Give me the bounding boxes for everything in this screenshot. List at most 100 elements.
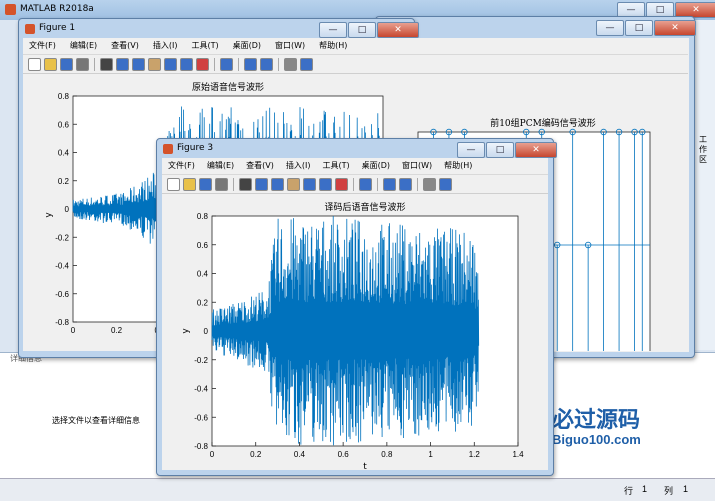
- fig3-minimize-button[interactable]: —: [457, 142, 485, 158]
- figure1-logo-icon: [25, 24, 35, 34]
- fig3-open-folder-icon[interactable]: [183, 177, 196, 191]
- fig3-ylabel: y: [181, 328, 191, 334]
- fig3-xlabel: t: [363, 462, 367, 470]
- fig3-zoom-out-icon[interactable]: [271, 177, 284, 191]
- fig1-axes-title: 原始语音信号波形: [192, 81, 264, 93]
- fig1-zoom-out-icon[interactable]: [132, 57, 145, 71]
- fig1-xtick-label: 0.2: [111, 326, 123, 335]
- fig3-menu-item[interactable]: 文件(F): [168, 158, 195, 174]
- fig1-ytick-label: -0.2: [55, 233, 69, 242]
- fig1-ytick-label: 0: [65, 205, 70, 214]
- fig3-menu-item[interactable]: 桌面(D): [362, 158, 390, 174]
- fig3-menu-item[interactable]: 工具(T): [322, 158, 349, 174]
- fig2-close-button[interactable]: ✕: [654, 20, 696, 36]
- fig1-brush-icon[interactable]: [196, 57, 209, 71]
- status-row-value: 1: [642, 484, 648, 494]
- toolbar-separator: [214, 57, 215, 71]
- fig3-brush-icon[interactable]: [335, 177, 348, 191]
- fig1-print-icon[interactable]: [76, 57, 89, 71]
- fig1-data-cursor-icon[interactable]: [180, 57, 193, 71]
- toolbar-separator: [377, 177, 378, 191]
- fig1-menu-item[interactable]: 插入(I): [153, 38, 178, 54]
- fig3-menu-item[interactable]: 插入(I): [286, 158, 311, 174]
- fig3-maximize-button[interactable]: □: [486, 142, 514, 158]
- fig3-ytick-label: -0.8: [194, 442, 208, 451]
- fig3-data-cursor-icon[interactable]: [319, 177, 332, 191]
- fig1-colorbar-icon[interactable]: [244, 57, 257, 71]
- fig1-pan-hand-icon[interactable]: [148, 57, 161, 71]
- fig3-pointer-icon[interactable]: [239, 177, 252, 191]
- fig1-ytick-label: -0.8: [55, 318, 69, 327]
- fig3-xtick-label: 0.2: [250, 450, 262, 459]
- figure3-logo-icon: [163, 144, 173, 154]
- fig3-xtick-label: 1.2: [469, 450, 481, 459]
- fig2-minimize-button[interactable]: —: [596, 20, 624, 36]
- fig1-legend-icon[interactable]: [260, 57, 273, 71]
- fig1-pointer-icon[interactable]: [100, 57, 113, 71]
- fig1-menu-item[interactable]: 窗口(W): [275, 38, 305, 54]
- fig3-ytick-label: 0.4: [197, 270, 209, 279]
- fig1-zoom-in-icon[interactable]: [116, 57, 129, 71]
- fig3-ytick-label: 0.8: [197, 212, 209, 221]
- fig1-ytick-label: 0.4: [58, 149, 70, 158]
- fig1-ytick-label: -0.4: [55, 262, 69, 271]
- fig1-hide-plot-tools-icon[interactable]: [284, 57, 297, 71]
- toolbar-separator: [353, 177, 354, 191]
- fig3-ytick-label: 0.6: [197, 241, 209, 250]
- fig3-zoom-in-icon[interactable]: [255, 177, 268, 191]
- fig1-open-folder-icon[interactable]: [44, 57, 57, 71]
- fig3-close-button[interactable]: ✕: [515, 142, 557, 158]
- fig1-show-plot-tools-icon[interactable]: [300, 57, 313, 71]
- fig3-ytick-label: -0.2: [194, 356, 208, 365]
- fig1-new-file-icon[interactable]: [28, 57, 41, 71]
- fig3-legend-icon[interactable]: [399, 177, 412, 191]
- toolbar-separator: [238, 57, 239, 71]
- fig3-pan-hand-icon[interactable]: [287, 177, 300, 191]
- main-window-title: MATLAB R2018a: [20, 4, 94, 14]
- workspace-tab-label[interactable]: 工作区: [699, 135, 710, 165]
- fig1-ytick-label: 0.2: [58, 177, 70, 186]
- toolbar-separator: [417, 177, 418, 191]
- fig1-menu-item[interactable]: 帮助(H): [319, 38, 347, 54]
- toolbar-separator: [94, 57, 95, 71]
- status-bar: 行 1 列 1: [0, 478, 715, 501]
- status-col-label: 列: [664, 486, 674, 496]
- fig1-ylabel: y: [44, 212, 54, 218]
- fig3-print-icon[interactable]: [215, 177, 228, 191]
- fig1-rotate-icon[interactable]: [164, 57, 177, 71]
- fig1-menu-item[interactable]: 文件(F): [29, 38, 56, 54]
- fig3-menu-item[interactable]: 帮助(H): [444, 158, 472, 174]
- fig3-save-icon[interactable]: [199, 177, 212, 191]
- fig3-menu-item[interactable]: 编辑(E): [207, 158, 234, 174]
- fig1-link-icon[interactable]: [220, 57, 233, 71]
- fig1-close-button[interactable]: ✕: [377, 22, 419, 38]
- fig1-menu-item[interactable]: 编辑(E): [70, 38, 97, 54]
- fig1-menu-item[interactable]: 桌面(D): [233, 38, 261, 54]
- figure1-toolbar: [23, 54, 688, 74]
- fig3-ytick-label: -0.6: [194, 413, 208, 422]
- fig1-xtick-label: 0: [71, 326, 76, 335]
- fig3-menu-item[interactable]: 查看(V): [246, 158, 274, 174]
- fig3-colorbar-icon[interactable]: [383, 177, 396, 191]
- fig1-menu-item[interactable]: 查看(V): [111, 38, 139, 54]
- figure3-menubar: 文件(F) 编辑(E) 查看(V) 插入(I) 工具(T) 桌面(D) 窗口(W) 帮助(H): [162, 158, 548, 174]
- fig1-save-icon[interactable]: [60, 57, 73, 71]
- fig1-ytick-label: 0.8: [58, 92, 70, 101]
- fig3-hide-plot-tools-icon[interactable]: [423, 177, 436, 191]
- fig3-show-plot-tools-icon[interactable]: [439, 177, 452, 191]
- fig2-maximize-button[interactable]: □: [625, 20, 653, 36]
- figure3-window[interactable]: Figure 3 — □ ✕ 文件(F) 编辑(E) 查看(V) 插入(I) 工具(T)…: [156, 138, 557, 476]
- fig1-minimize-button[interactable]: —: [319, 22, 347, 38]
- workspace-panel-strip[interactable]: 工作区: [693, 20, 715, 350]
- fig3-xtick-label: 1.4: [512, 450, 524, 459]
- fig3-link-icon[interactable]: [359, 177, 372, 191]
- fig1-maximize-button[interactable]: □: [348, 22, 376, 38]
- fig1-menu-item[interactable]: 工具(T): [191, 38, 218, 54]
- fig3-rotate-icon[interactable]: [303, 177, 316, 191]
- figure3-plot-area: 译码后语音信号波形0.80.60.40.20-0.2-0.4-0.6-0.80 0…: [181, 201, 524, 470]
- fig3-new-file-icon[interactable]: [167, 177, 180, 191]
- fig1-ytick-label: 0.6: [58, 120, 70, 129]
- fig3-ytick-label: 0.2: [197, 298, 209, 307]
- watermark-url: Biguo100.com: [552, 432, 641, 447]
- fig3-menu-item[interactable]: 窗口(W): [402, 158, 432, 174]
